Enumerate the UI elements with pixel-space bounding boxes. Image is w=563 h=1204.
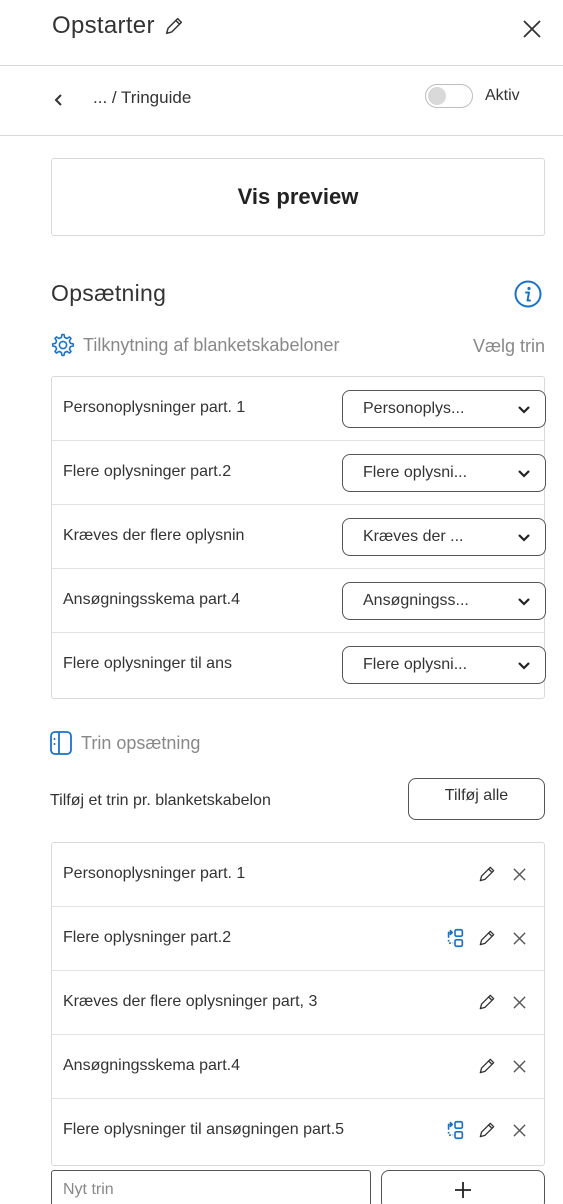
branch-icon[interactable] — [444, 1119, 466, 1141]
mapping-row-label: Flere oplysninger til ans — [63, 655, 232, 672]
step-row: Flere oplysninger part.2 — [52, 907, 544, 971]
step-row-label: Flere oplysninger til ansøgningen part.5 — [63, 1121, 345, 1138]
step-row-label: Flere oplysninger part.2 — [63, 929, 232, 946]
mapping-select[interactable]: Ansøgningss... — [342, 582, 546, 620]
active-toggle-label: Aktiv — [485, 87, 520, 104]
step-row: Personoplysninger part. 1 — [52, 843, 544, 907]
chevron-down-icon — [518, 470, 530, 478]
mapping-row-label: Ansøgningsskema part.4 — [63, 591, 240, 608]
step-row-label: Personoplysninger part. 1 — [63, 865, 246, 882]
setup-title: Opsætning — [51, 280, 167, 306]
navigation-bar: ... / Tringuide Aktiv — [0, 66, 563, 136]
mapping-select-value: Kræves der ... — [363, 528, 464, 545]
preview-button[interactable]: Vis preview — [51, 158, 545, 236]
mapping-select[interactable]: Flere oplysni... — [342, 454, 546, 492]
mapping-select[interactable]: Personoplys... — [342, 390, 546, 428]
step-row-actions — [444, 1119, 530, 1141]
breadcrumb[interactable]: ... / Tringuide — [93, 88, 191, 108]
mapping-row-label: Flere oplysninger part.2 — [63, 463, 232, 480]
step-row: Ansøgningsskema part.4 — [52, 1035, 544, 1099]
mapping-select[interactable]: Flere oplysni... — [342, 646, 546, 684]
steps-heading: Trin opsætning — [49, 730, 200, 756]
close-icon[interactable] — [508, 863, 530, 885]
mapping-select[interactable]: Kræves der ... — [342, 518, 546, 556]
mapping-row-label: Kræves der flere oplysnin — [63, 527, 245, 544]
step-row-actions — [476, 863, 530, 885]
new-step-input[interactable] — [51, 1170, 371, 1204]
pencil-icon[interactable] — [476, 1119, 498, 1141]
select-steps-link[interactable]: Vælg trin — [473, 336, 545, 357]
close-icon[interactable] — [517, 14, 547, 44]
mapping-row: Kræves der flere oplysnin Kræves der ... — [52, 505, 546, 569]
close-icon[interactable] — [508, 1119, 530, 1141]
panel-title: Opstarter — [52, 12, 185, 40]
chevron-down-icon — [518, 598, 530, 606]
panel-title-text: Opstarter — [52, 12, 155, 39]
mapping-select-value: Ansøgningss... — [363, 592, 469, 609]
mapping-select-value: Personoplys... — [363, 400, 465, 417]
toggle-knob — [428, 87, 446, 105]
step-row: Flere oplysninger til ansøgningen part.5 — [52, 1099, 544, 1163]
mapping-row-label: Personoplysninger part. 1 — [63, 399, 246, 416]
pencil-icon[interactable] — [163, 15, 185, 37]
template-mapping-table: Personoplysninger part. 1 Personoplys...… — [51, 376, 546, 699]
pencil-icon[interactable] — [476, 991, 498, 1013]
step-row-actions — [476, 991, 530, 1013]
pencil-icon[interactable] — [476, 863, 498, 885]
chevron-down-icon — [518, 534, 530, 542]
step-row-label: Ansøgningsskema part.4 — [63, 1057, 240, 1074]
mapping-heading-text: Tilknytning af blanketskabeloner — [83, 334, 340, 355]
branch-icon[interactable] — [444, 927, 466, 949]
mapping-select-value: Flere oplysni... — [363, 464, 468, 481]
mapping-heading: Tilknytning af blanketskabeloner — [49, 332, 339, 358]
step-row-actions — [444, 927, 530, 949]
plus-icon — [455, 1182, 471, 1198]
pencil-icon[interactable] — [476, 1055, 498, 1077]
step-row-actions — [476, 1055, 530, 1077]
mapping-row: Flere oplysninger til ans Flere oplysni.… — [52, 633, 546, 697]
steps-heading-text: Trin opsætning — [81, 732, 201, 753]
mapping-row: Ansøgningsskema part.4 Ansøgningss... — [52, 569, 546, 633]
close-icon[interactable] — [508, 927, 530, 949]
chevron-left-icon[interactable] — [50, 90, 68, 110]
pencil-icon[interactable] — [476, 927, 498, 949]
active-toggle[interactable] — [425, 84, 473, 108]
close-icon[interactable] — [508, 1055, 530, 1077]
add-step-button[interactable] — [381, 1170, 545, 1204]
mapping-row: Personoplysninger part. 1 Personoplys... — [52, 377, 546, 441]
mapping-select-value: Flere oplysni... — [363, 656, 468, 673]
panel-header: Opstarter — [0, 0, 563, 66]
add-all-button[interactable]: Tilføj alle — [408, 778, 545, 820]
info-icon[interactable] — [513, 279, 543, 309]
gear-icon — [49, 332, 75, 358]
mapping-row: Flere oplysninger part.2 Flere oplysni..… — [52, 441, 546, 505]
chevron-down-icon — [518, 662, 530, 670]
add-step-label: Tilføj et trin pr. blanketskabelon — [50, 792, 271, 809]
step-row-label: Kræves der flere oplysninger part, 3 — [63, 993, 318, 1010]
close-icon[interactable] — [508, 991, 530, 1013]
panel-icon — [49, 730, 73, 756]
active-toggle-group: Aktiv — [425, 84, 520, 108]
steps-table: Personoplysninger part. 1 Flere oplysnin… — [51, 842, 545, 1166]
step-row: Kræves der flere oplysninger part, 3 — [52, 971, 544, 1035]
chevron-down-icon — [518, 406, 530, 414]
